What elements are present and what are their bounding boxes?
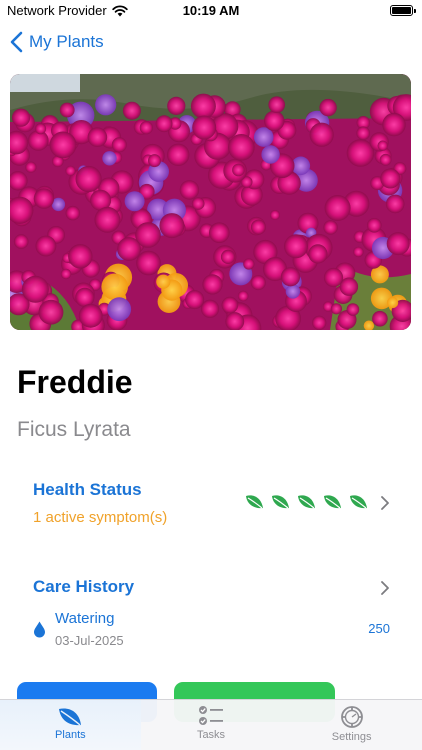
watering-date: 03-Jul-2025 xyxy=(55,633,124,648)
status-time: 10:19 AM xyxy=(182,3,240,18)
health-status-subtitle: 1 active symptom(s) xyxy=(33,509,168,526)
tab-bar: Plants Tasks Settings xyxy=(0,699,422,750)
tab-plants[interactable]: Plants xyxy=(0,700,141,750)
back-label: My Plants xyxy=(29,32,104,51)
battery-icon xyxy=(390,5,416,16)
health-leaf-icon xyxy=(272,495,289,509)
leaf-icon xyxy=(59,708,82,726)
health-status-row[interactable]: Health Status 1 active symptom(s) xyxy=(33,480,390,530)
watering-label: Watering xyxy=(55,610,115,627)
tab-settings-label: Settings xyxy=(331,731,372,743)
care-history-row[interactable]: Care History Watering 03-Jul-2025 250 xyxy=(33,577,390,653)
care-history-title: Care History xyxy=(33,577,135,596)
plant-species: Ficus Lyrata xyxy=(17,418,131,441)
checklist-icon xyxy=(199,706,223,725)
chevron-right-icon xyxy=(381,581,389,595)
status-bar: Network Provider 10:19 AM xyxy=(0,0,422,24)
gear-icon xyxy=(340,706,363,728)
watering-amount: 250 xyxy=(368,621,390,636)
tab-tasks-label: Tasks xyxy=(196,729,226,741)
health-leaf-icon xyxy=(324,495,341,509)
tab-plants-label: Plants xyxy=(55,729,86,741)
back-button[interactable]: My Plants xyxy=(10,31,104,53)
health-leaf-icon xyxy=(298,495,315,509)
plant-photo xyxy=(10,74,411,330)
water-drop-icon xyxy=(34,621,45,638)
chevron-left-icon xyxy=(10,31,23,53)
health-leaf-icon xyxy=(350,495,367,509)
plant-name: Freddie xyxy=(17,364,133,400)
chevron-right-icon xyxy=(381,496,389,510)
tab-settings[interactable]: Settings xyxy=(281,700,422,750)
health-leaves xyxy=(245,493,368,509)
tab-tasks[interactable]: Tasks xyxy=(141,700,282,750)
health-leaf-icon xyxy=(246,495,263,509)
